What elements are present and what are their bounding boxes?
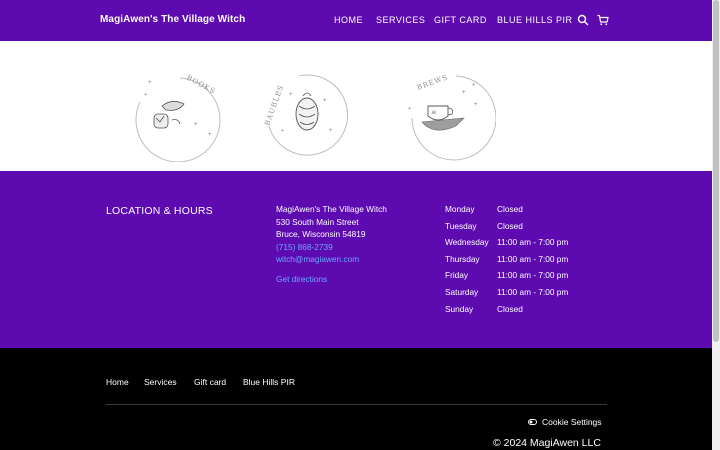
cookie-settings-label: Cookie Settings — [542, 417, 602, 427]
day-label: Sunday — [445, 303, 474, 314]
phone-link[interactable]: (715) 868-2739 — [276, 241, 387, 254]
cookie-settings-button[interactable]: Cookie Settings — [528, 417, 602, 427]
footer-link-blue-hills-pir[interactable]: Blue Hills PIR — [243, 377, 295, 387]
site-header: MagiAwen's The Village Witch HOME SERVIC… — [0, 0, 712, 41]
footer-link-gift-card[interactable]: Gift card — [194, 377, 226, 387]
svg-text:+: + — [323, 98, 327, 104]
day-label: Wednesday — [445, 237, 489, 248]
svg-text:+: + — [462, 90, 466, 96]
svg-text:+: + — [289, 92, 293, 98]
svg-text:+: + — [408, 106, 411, 112]
nav-blue-hills-pir[interactable]: BLUE HILLS PIR — [497, 15, 573, 25]
svg-text:+: + — [194, 122, 198, 128]
svg-text:+: + — [208, 132, 212, 138]
time-label: Closed — [497, 204, 523, 214]
location-hours-title: LOCATION & HOURS — [106, 205, 213, 217]
svg-text:☠: ☠ — [431, 109, 437, 116]
baubles-badge[interactable]: BAUBLES + + + + — [259, 66, 355, 162]
product-gallery: BOOKS + + + + BAUBLES + + + + BREWS ☠ + … — [0, 41, 712, 171]
svg-text:+: + — [148, 80, 152, 86]
day-label: Thursday — [445, 253, 480, 264]
site-footer: Home Services Gift card Blue Hills PIR C… — [0, 348, 712, 450]
footer-link-services[interactable]: Services — [144, 377, 177, 387]
day-label: Saturday — [445, 286, 479, 297]
brews-badge-label: BREWS — [416, 73, 449, 92]
time-label: Closed — [497, 220, 523, 231]
street-address: 530 South Main Street — [276, 216, 359, 227]
nav-gift-card[interactable]: GIFT CARD — [434, 15, 487, 25]
city-state-zip: Bruce, Wisconsin 54819 — [276, 229, 366, 239]
business-name: MagiAwen's The Village Witch — [276, 204, 387, 214]
scrollbar-thumb[interactable] — [713, 0, 719, 342]
site-brand[interactable]: MagiAwen's The Village Witch — [100, 14, 245, 25]
nav-home[interactable]: HOME — [334, 15, 363, 25]
copyright: © 2024 MagiAwen LLC — [493, 437, 601, 449]
books-badge[interactable]: BOOKS + + + + — [128, 66, 224, 163]
brews-badge[interactable]: BREWS ☠ + + + + — [400, 66, 497, 162]
day-label: Tuesday — [445, 220, 477, 231]
svg-text:+: + — [281, 128, 284, 134]
books-badge-label: BOOKS — [185, 74, 217, 96]
day-label: Friday — [445, 270, 469, 281]
svg-text:+: + — [472, 82, 475, 88]
svg-text:+: + — [329, 128, 333, 134]
baubles-badge-label: BAUBLES — [263, 84, 285, 127]
scrollbar[interactable] — [712, 0, 720, 450]
svg-text:+: + — [474, 102, 478, 108]
time-label: 11:00 am - 7:00 pm — [497, 253, 569, 264]
cookie-icon — [528, 417, 537, 427]
email-link[interactable]: witch@magiawen.com — [276, 253, 387, 266]
time-label: 11:00 am - 7:00 pm — [497, 237, 569, 248]
time-label: 11:00 am - 7:00 pm — [497, 270, 569, 281]
svg-text:+: + — [144, 92, 147, 98]
search-icon[interactable] — [577, 13, 591, 27]
time-label: 11:00 am - 7:00 pm — [497, 286, 569, 297]
address-block: MagiAwen's The Village Witch 530 South M… — [276, 203, 387, 285]
footer-link-home[interactable]: Home — [106, 377, 129, 387]
location-hours-section: LOCATION & HOURS MagiAwen's The Village … — [0, 171, 712, 348]
nav-services[interactable]: SERVICES — [376, 15, 425, 25]
time-label: Closed — [497, 303, 523, 314]
day-label: Monday — [445, 204, 475, 214]
footer-divider — [106, 404, 607, 405]
cart-icon[interactable] — [597, 13, 611, 27]
get-directions-link[interactable]: Get directions — [276, 273, 387, 286]
